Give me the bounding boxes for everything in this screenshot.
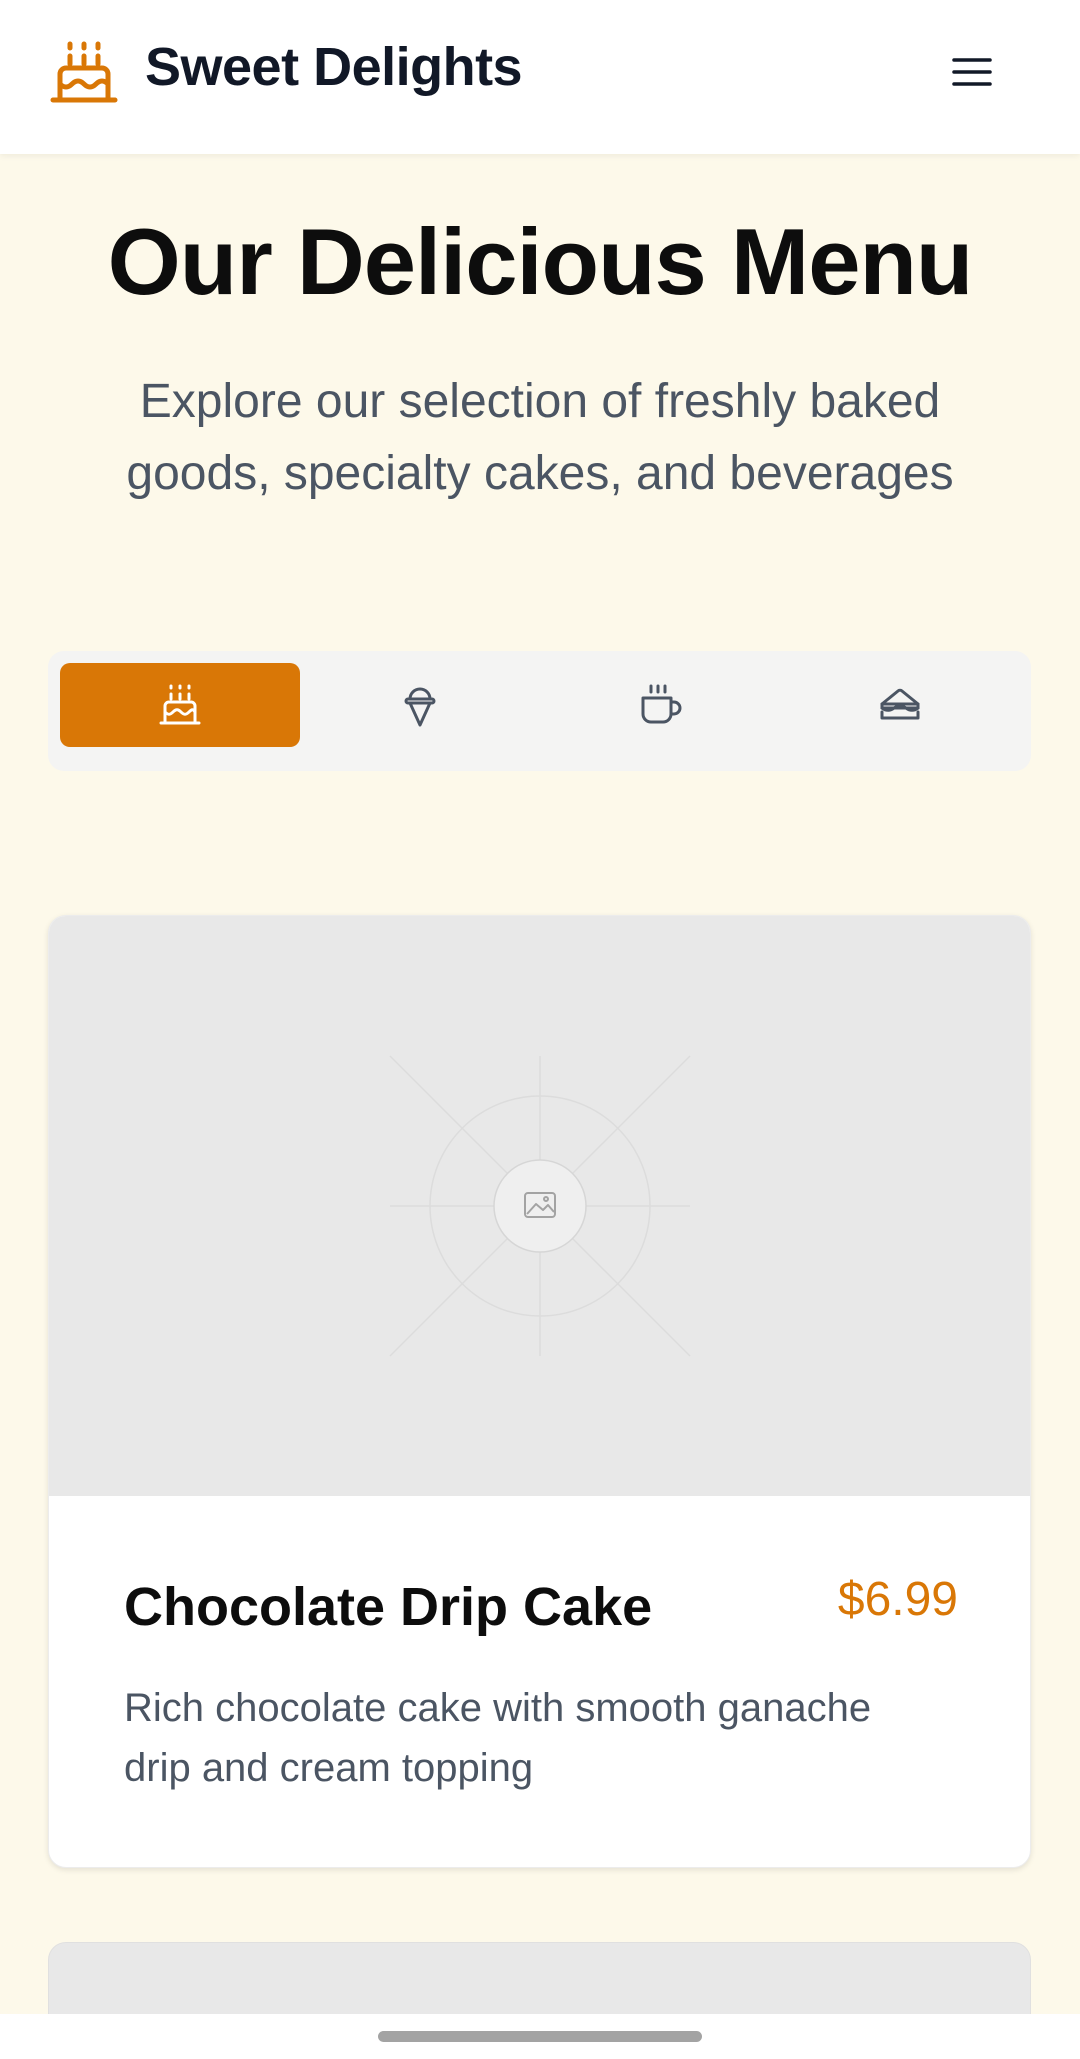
ice-cream-icon — [404, 687, 436, 727]
cake-icon — [50, 41, 118, 103]
page-title: Our Delicious Menu — [107, 209, 974, 314]
item-description: Rich chocolate cake with smooth ganache … — [124, 1686, 872, 1790]
page-subtitle: Explore our selection of freshly baked g… — [126, 375, 954, 500]
tab-ice-cream[interactable] — [300, 663, 540, 747]
home-indicator[interactable] — [378, 2031, 702, 2042]
image-placeholder-icon — [389, 1055, 691, 1357]
hamburger-menu-icon[interactable] — [946, 46, 998, 98]
coffee-cup-icon — [641, 684, 682, 724]
cake-icon — [159, 684, 201, 725]
sandwich-icon — [880, 688, 920, 720]
item-name: Chocolate Drip Cake — [124, 1577, 653, 1637]
tab-beverages[interactable] — [540, 663, 780, 747]
brand-name[interactable]: Sweet Delights — [145, 36, 523, 98]
item-price: $6.99 — [837, 1573, 958, 1626]
item-image — [49, 916, 1030, 1496]
tab-sandwiches[interactable] — [780, 663, 1020, 747]
app-header: Sweet Delights — [0, 0, 1080, 154]
menu-item-card[interactable]: Chocolate Drip Cake $6.99 Rich chocolate… — [48, 915, 1031, 1868]
category-tabs — [48, 651, 1031, 771]
tab-cakes[interactable] — [60, 663, 300, 747]
